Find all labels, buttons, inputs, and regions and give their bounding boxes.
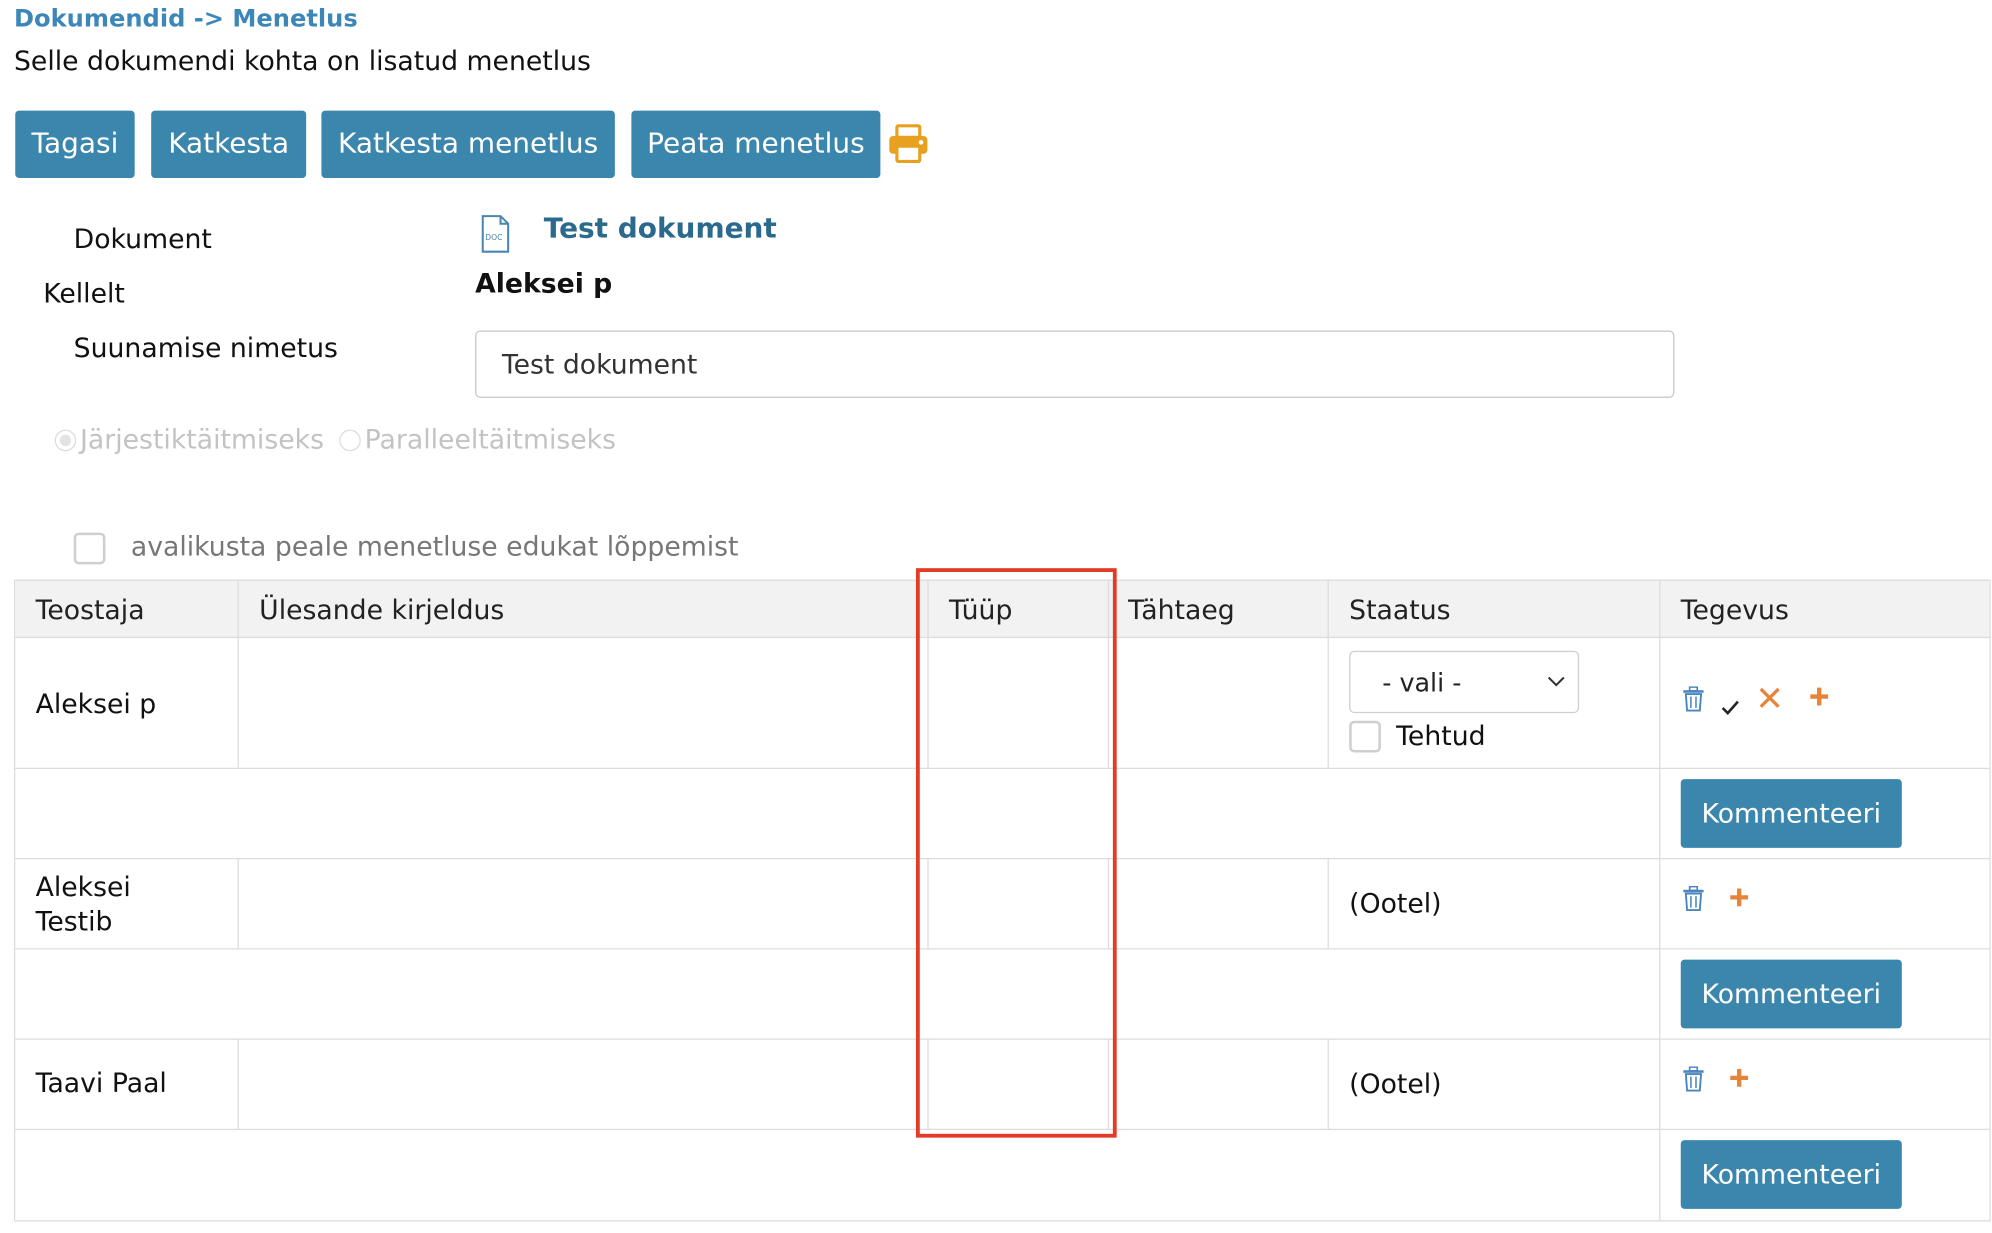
printer-icon[interactable] xyxy=(887,122,930,170)
routing-name-input[interactable] xyxy=(475,330,1675,398)
radio-parallel[interactable] xyxy=(339,428,361,451)
radio-sequential[interactable] xyxy=(54,428,77,451)
row2-status: (Ootel) xyxy=(1349,888,1442,920)
status-select-value: - vali - xyxy=(1382,666,1462,698)
header-deadline: Tähtaeg xyxy=(1128,594,1235,626)
row2-executor-name: Aleksei Testib xyxy=(35,871,131,937)
comment-button[interactable]: Kommenteeri xyxy=(1680,959,1902,1029)
from-label: Kellelt xyxy=(43,278,125,309)
trash-icon[interactable] xyxy=(1682,885,1705,917)
add-icon[interactable] xyxy=(1809,686,1829,711)
fill-order-radios: Järjestiktäitmiseks Paralleeltäitmiseks xyxy=(54,424,617,456)
doc-file-icon: DOC xyxy=(480,215,510,258)
header-actions: Tegevus xyxy=(1680,594,1789,626)
row1-executor: Aleksei p xyxy=(35,688,157,720)
publish-label: avalikusta peale menetluse edukat lõppem… xyxy=(130,531,739,562)
page-subtitle: Selle dokumendi kohta on lisatud menetlu… xyxy=(13,45,591,77)
breadcrumb[interactable]: Dokumendid -> Menetlus xyxy=(14,5,358,33)
publish-checkbox[interactable] xyxy=(73,532,106,565)
add-icon[interactable] xyxy=(1729,887,1749,912)
procedure-table: Teostaja Ülesande kirjeldus Tüüp Tähtaeg… xyxy=(13,579,1991,1222)
from-value: Aleksei p xyxy=(475,268,613,299)
add-icon[interactable] xyxy=(1729,1068,1749,1093)
radio-sequential-label: Järjestiktäitmiseks xyxy=(80,424,325,456)
header-status: Staatus xyxy=(1349,594,1451,626)
done-label: Tehtud xyxy=(1396,720,1486,752)
document-label: Dokument xyxy=(73,223,212,255)
comment-button[interactable]: Kommenteeri xyxy=(1680,1140,1902,1209)
cancel-button[interactable]: Katkesta xyxy=(151,110,307,178)
trash-icon[interactable] xyxy=(1682,686,1705,717)
routing-name-label: Suunamise nimetus xyxy=(73,333,338,364)
radio-parallel-label: Paralleeltäitmiseks xyxy=(364,424,617,456)
status-select[interactable]: - vali - xyxy=(1349,650,1580,714)
document-link[interactable]: Test dokument xyxy=(544,214,777,246)
cancel-procedure-button[interactable]: Katkesta menetlus xyxy=(321,110,615,178)
svg-text:DOC: DOC xyxy=(485,233,502,242)
checkmark-icon[interactable] xyxy=(1721,697,1739,721)
close-icon[interactable] xyxy=(1758,686,1781,714)
header-executor: Teostaja xyxy=(35,594,145,626)
row3-status: (Ootel) xyxy=(1349,1068,1442,1100)
comment-button[interactable]: Kommenteeri xyxy=(1680,779,1902,848)
back-button[interactable]: Tagasi xyxy=(15,110,135,178)
trash-icon[interactable] xyxy=(1682,1066,1705,1097)
done-checkbox[interactable] xyxy=(1349,720,1381,753)
row3-executor: Taavi Paal xyxy=(35,1067,167,1099)
header-type: Tüüp xyxy=(948,594,1013,626)
header-description: Ülesande kirjeldus xyxy=(259,594,505,626)
row2-executor: Aleksei Testib xyxy=(36,871,150,940)
chevron-down-icon xyxy=(1547,669,1565,701)
stop-procedure-button[interactable]: Peata menetlus xyxy=(631,110,881,178)
